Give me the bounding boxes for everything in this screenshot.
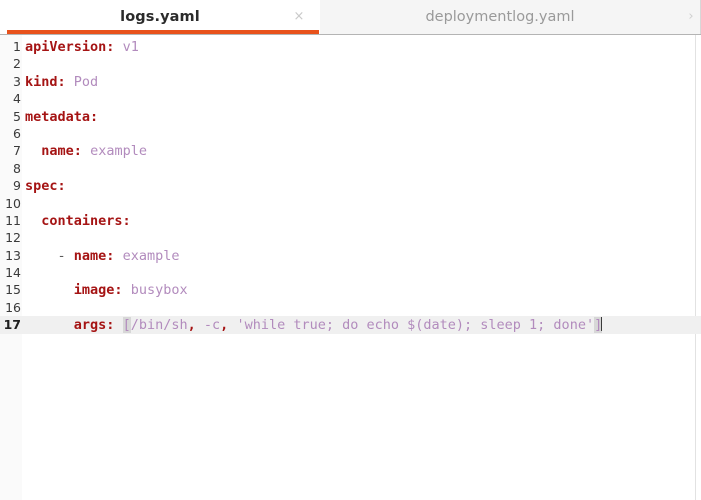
line-number: 5 (13, 108, 21, 124)
tab-logs-yaml[interactable]: logs.yaml × (0, 0, 320, 34)
code-line[interactable]: 11 containers: (0, 212, 701, 229)
code-token: 'while true; do echo $(date); sleep 1; d… (236, 317, 595, 334)
line-number: 6 (13, 125, 21, 141)
line-text: args: [/bin/sh, -c, 'while true; do echo… (22, 317, 603, 334)
code-line[interactable]: 17 args: [/bin/sh, -c, 'while true; do e… (0, 316, 701, 334)
close-icon[interactable]: × (292, 10, 306, 24)
code-token: name (73, 247, 107, 264)
code-token: [ (122, 317, 131, 334)
tab-deploymentlog-yaml[interactable]: deploymentlog.yaml (320, 0, 680, 34)
code-line[interactable]: 16 (0, 299, 701, 316)
code-line[interactable]: 4 (0, 90, 701, 107)
line-number: 7 (13, 143, 21, 159)
code-line[interactable]: 3 kind: Pod (0, 73, 701, 90)
code-token: containers (41, 212, 123, 229)
line-number: 11 (5, 212, 21, 228)
line-text: apiVersion: v1 (22, 39, 139, 56)
code-line[interactable]: 13 - name: example (0, 247, 701, 264)
code-line[interactable]: 2 (0, 55, 701, 72)
line-text: - name: example (22, 247, 180, 265)
code-token: : (57, 73, 66, 90)
line-number: 13 (5, 247, 21, 263)
code-token: spec (25, 178, 58, 195)
code-line[interactable]: 9 spec: (0, 177, 701, 194)
code-line[interactable]: 10 (0, 195, 701, 212)
line-number: 9 (13, 178, 21, 194)
code-token: : (114, 282, 123, 299)
text-cursor (601, 317, 603, 332)
tab-bar: logs.yaml × deploymentlog.yaml › (0, 0, 701, 35)
chevron-right-icon[interactable]: › (684, 0, 698, 33)
code-line[interactable]: 5 metadata: (0, 108, 701, 125)
code-content[interactable]: 1 apiVersion: v1 2 3 kind: Pod 4 5 metadata: 6 7 … (0, 35, 701, 334)
line-text: image: busybox (22, 282, 188, 299)
line-text: name: example (22, 143, 147, 160)
line-text: kind: Pod (22, 74, 98, 91)
code-token: metadata (25, 108, 91, 125)
code-token: kind (25, 73, 58, 90)
code-token: -c (203, 317, 221, 334)
line-number: 15 (5, 282, 21, 298)
code-token: image (73, 282, 115, 299)
code-token: : (73, 143, 82, 160)
code-token: v1 (122, 39, 139, 55)
line-text: containers: (22, 212, 131, 230)
line-number: 17 (3, 317, 21, 333)
code-token: example (122, 247, 180, 264)
code-line[interactable]: 8 (0, 160, 701, 177)
code-token: : (122, 212, 131, 229)
line-number: 1 (13, 39, 21, 54)
code-token: args (73, 317, 107, 334)
code-line[interactable]: 7 name: example (0, 142, 701, 159)
line-number: 4 (13, 91, 21, 107)
code-token: : (57, 178, 66, 195)
code-line[interactable]: 1 apiVersion: v1 (0, 38, 701, 55)
code-token: - (25, 247, 74, 264)
code-line[interactable]: 14 (0, 264, 701, 281)
code-token: busybox (130, 282, 188, 299)
line-number: 2 (13, 56, 21, 72)
code-line[interactable]: 12 (0, 229, 701, 246)
line-number: 3 (13, 73, 21, 89)
active-tab-indicator (7, 30, 319, 34)
code-token: : (90, 108, 99, 125)
code-token: , (187, 317, 196, 334)
code-token: /bin/sh (130, 317, 188, 334)
line-number: 16 (5, 299, 21, 315)
code-token: apiVersion (25, 39, 107, 55)
line-number: 12 (5, 230, 21, 246)
line-number: 14 (5, 265, 21, 281)
code-token: example (90, 143, 147, 160)
code-line[interactable]: 15 image: busybox (0, 281, 701, 298)
line-number: 8 (13, 160, 21, 176)
code-line[interactable]: 6 (0, 125, 701, 142)
tab-label: deploymentlog.yaml (425, 9, 575, 25)
code-token: name (41, 143, 74, 160)
tab-label: logs.yaml (120, 9, 200, 25)
code-token: Pod (73, 73, 99, 90)
code-editor[interactable]: 1 apiVersion: v1 2 3 kind: Pod 4 5 metadata: 6 7 … (0, 35, 701, 500)
line-number: 10 (5, 195, 21, 211)
line-text: spec: (22, 178, 66, 195)
line-text: metadata: (22, 109, 98, 126)
